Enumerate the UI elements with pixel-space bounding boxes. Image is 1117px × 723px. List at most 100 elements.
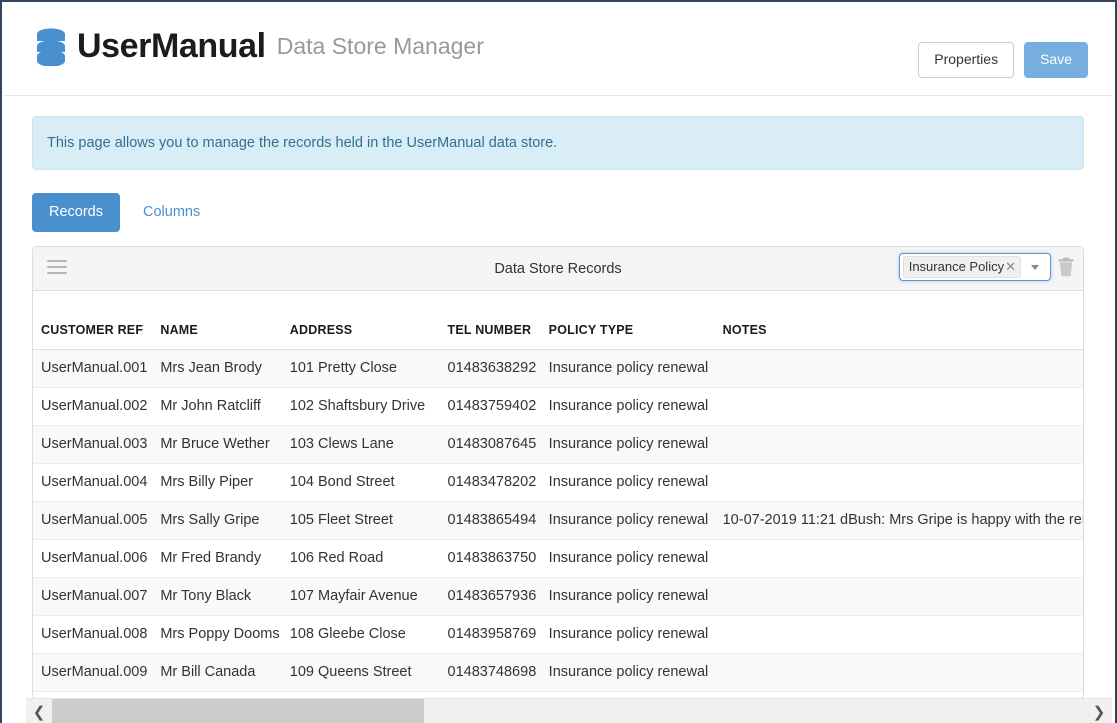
- table-header-row: CUSTOMER REF NAME ADDRESS TEL NUMBER POL…: [33, 291, 1083, 350]
- column-header-notes[interactable]: NOTES: [716, 291, 1083, 350]
- scrollbar-track[interactable]: [52, 698, 1086, 723]
- cell-policy: Insurance policy renewal: [542, 501, 717, 540]
- hamburger-menu-icon[interactable]: [47, 260, 67, 277]
- records-table: CUSTOMER REF NAME ADDRESS TEL NUMBER POL…: [33, 291, 1083, 692]
- table-row[interactable]: UserManual.007 Mr Tony Black 107 Mayfair…: [33, 577, 1083, 616]
- chevron-left-icon[interactable]: ❮: [26, 699, 52, 723]
- cell-tel: 01483958769: [441, 615, 543, 654]
- tab-columns[interactable]: Columns: [126, 193, 217, 232]
- cell-address: 108 Gleebe Close: [283, 615, 442, 654]
- cell-name: Mr Bill Canada: [154, 653, 284, 692]
- cell-address: 105 Fleet Street: [283, 501, 442, 540]
- column-header-policy-type[interactable]: POLICY TYPE: [542, 291, 717, 350]
- cell-name: Mrs Poppy Dooms: [154, 615, 284, 654]
- info-banner: This page allows you to manage the recor…: [32, 116, 1084, 170]
- page-subtitle: Data Store Manager: [276, 33, 484, 59]
- cell-policy: Insurance policy renewal: [542, 539, 717, 578]
- cell-name: Mr Tony Black: [154, 577, 284, 616]
- cell-address: 107 Mayfair Avenue: [283, 577, 442, 616]
- trash-icon[interactable]: [1057, 257, 1075, 277]
- horizontal-scrollbar[interactable]: ❮ ❯: [26, 698, 1112, 723]
- cell-notes: [716, 387, 1083, 426]
- cell-ref: UserManual.008: [33, 615, 155, 654]
- cell-address: 104 Bond Street: [283, 463, 442, 502]
- table-row[interactable]: UserManual.008 Mrs Poppy Dooms 108 Gleeb…: [33, 615, 1083, 654]
- cell-address: 103 Clews Lane: [283, 425, 442, 464]
- filter-tag-label: Insurance Policy: [908, 259, 1005, 274]
- browser-window: UserManual Data Store Manager Properties…: [0, 0, 1117, 723]
- cell-notes: [716, 653, 1083, 692]
- cell-notes: [716, 577, 1083, 616]
- cell-policy: Insurance policy renewal: [542, 425, 717, 464]
- records-panel: Data Store Records Insurance Policy ✕ CU…: [32, 246, 1084, 699]
- cell-address: 101 Pretty Close: [283, 349, 442, 388]
- cell-tel: 01483087645: [441, 425, 543, 464]
- column-header-tel-number[interactable]: TEL NUMBER: [441, 291, 543, 350]
- table-header: CUSTOMER REF NAME ADDRESS TEL NUMBER POL…: [33, 291, 1083, 350]
- cell-policy: Insurance policy renewal: [542, 653, 717, 692]
- cell-ref: UserManual.001: [33, 349, 155, 388]
- database-icon: [37, 28, 65, 66]
- cell-ref: UserManual.004: [33, 463, 155, 502]
- cell-notes: [716, 539, 1083, 578]
- app-header: UserManual Data Store Manager Properties…: [4, 4, 1112, 96]
- table-row[interactable]: UserManual.004 Mrs Billy Piper 104 Bond …: [33, 463, 1083, 502]
- page-container: UserManual Data Store Manager Properties…: [4, 4, 1112, 723]
- cell-notes: 10-07-2019 11:21 dBush: Mrs Gripe is hap…: [716, 501, 1083, 540]
- table-row[interactable]: UserManual.009 Mr Bill Canada 109 Queens…: [33, 653, 1083, 692]
- cell-policy: Insurance policy renewal: [542, 463, 717, 502]
- cell-tel: 01483478202: [441, 463, 543, 502]
- table-row[interactable]: UserManual.003 Mr Bruce Wether 103 Clews…: [33, 425, 1083, 464]
- cell-ref: UserManual.009: [33, 653, 155, 692]
- cell-notes: [716, 615, 1083, 654]
- cell-name: Mrs Sally Gripe: [154, 501, 284, 540]
- header-actions: Properties Save: [918, 42, 1088, 78]
- cell-address: 106 Red Road: [283, 539, 442, 578]
- table-body: UserManual.001 Mrs Jean Brody 101 Pretty…: [33, 349, 1083, 692]
- cell-tel: 01483759402: [441, 387, 543, 426]
- cell-address: 102 Shaftsbury Drive: [283, 387, 442, 426]
- save-button[interactable]: Save: [1024, 42, 1088, 78]
- brand: UserManual Data Store Manager: [34, 26, 484, 66]
- page-title: UserManual: [77, 27, 266, 65]
- table-row[interactable]: UserManual.001 Mrs Jean Brody 101 Pretty…: [33, 349, 1083, 388]
- cell-address: 109 Queens Street: [283, 653, 442, 692]
- cell-name: Mrs Jean Brody: [154, 349, 284, 388]
- cell-policy: Insurance policy renewal: [542, 349, 717, 388]
- cell-tel: 01483748698: [441, 653, 543, 692]
- cell-policy: Insurance policy renewal: [542, 577, 717, 616]
- cell-tel: 01483638292: [441, 349, 543, 388]
- panel-toolbar: Data Store Records Insurance Policy ✕: [33, 247, 1083, 291]
- table-row[interactable]: UserManual.002 Mr John Ratcliff 102 Shaf…: [33, 387, 1083, 426]
- cell-policy: Insurance policy renewal: [542, 387, 717, 426]
- column-header-customer-ref[interactable]: CUSTOMER REF: [33, 291, 155, 350]
- tab-bar: Records Columns: [32, 192, 1084, 232]
- cell-name: Mr John Ratcliff: [154, 387, 284, 426]
- tab-records[interactable]: Records: [32, 192, 120, 232]
- cell-ref: UserManual.007: [33, 577, 155, 616]
- properties-button[interactable]: Properties: [918, 42, 1015, 78]
- table-row[interactable]: UserManual.005 Mrs Sally Gripe 105 Fleet…: [33, 501, 1083, 540]
- cell-name: Mr Fred Brandy: [154, 539, 284, 578]
- table-scroll-area[interactable]: CUSTOMER REF NAME ADDRESS TEL NUMBER POL…: [33, 291, 1083, 698]
- chevron-down-icon[interactable]: [1031, 264, 1039, 270]
- scrollbar-thumb[interactable]: [52, 698, 424, 723]
- cell-tel: 01483657936: [441, 577, 543, 616]
- cell-notes: [716, 463, 1083, 502]
- column-header-name[interactable]: NAME: [154, 291, 284, 350]
- cell-tel: 01483865494: [441, 501, 543, 540]
- cell-ref: UserManual.005: [33, 501, 155, 540]
- panel-title: Data Store Records: [494, 260, 622, 277]
- chevron-right-icon[interactable]: ❯: [1086, 699, 1112, 723]
- table-row[interactable]: UserManual.006 Mr Fred Brandy 106 Red Ro…: [33, 539, 1083, 578]
- cell-policy: Insurance policy renewal: [542, 615, 717, 654]
- cell-ref: UserManual.003: [33, 425, 155, 464]
- cell-ref: UserManual.002: [33, 387, 155, 426]
- column-header-address[interactable]: ADDRESS: [283, 291, 442, 350]
- cell-tel: 01483863750: [441, 539, 543, 578]
- filter-tag: Insurance Policy ✕: [902, 256, 1021, 278]
- cell-ref: UserManual.006: [33, 539, 155, 578]
- policy-type-filter-select[interactable]: Insurance Policy ✕: [898, 253, 1051, 281]
- close-icon[interactable]: ✕: [1005, 260, 1016, 273]
- toolbar-right: Insurance Policy ✕: [898, 253, 1075, 281]
